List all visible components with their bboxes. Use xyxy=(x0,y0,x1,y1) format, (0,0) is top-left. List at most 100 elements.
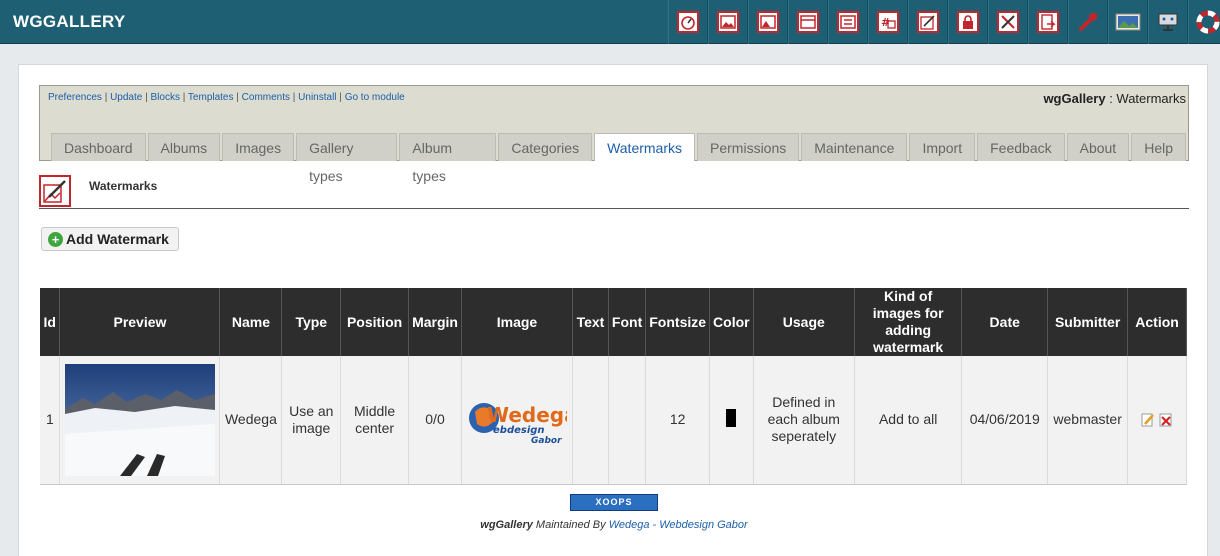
cell-id: 1 xyxy=(40,356,61,485)
tab-about[interactable]: About xyxy=(1066,133,1130,161)
section-title: Watermarks xyxy=(89,179,158,193)
feedback-icon[interactable] xyxy=(1068,0,1108,44)
tab-images[interactable]: Images xyxy=(222,133,295,161)
tab-album-types[interactable]: Album types xyxy=(399,133,497,184)
link-comments[interactable]: Comments xyxy=(242,92,290,103)
watermarks-icon xyxy=(39,175,71,207)
cell-font xyxy=(608,356,647,485)
tab-maintenance[interactable]: Maintenance xyxy=(801,133,908,161)
header-color: Color xyxy=(709,288,754,356)
table-header-row: Id Preview Name Type Position Margin Ima… xyxy=(40,288,1187,356)
cell-type: Use an image xyxy=(281,356,342,485)
dashboard-icon[interactable] xyxy=(668,0,708,44)
cell-kind: Add to all xyxy=(854,356,963,485)
add-icon: + xyxy=(48,231,63,247)
app-title: WGGALLERY xyxy=(13,12,126,31)
module-links: Preferences | Update | Blocks | Template… xyxy=(48,92,405,103)
svg-text:#: # xyxy=(881,16,890,29)
header-preview: Preview xyxy=(59,288,221,356)
tab-dashboard[interactable]: Dashboard xyxy=(51,133,146,161)
tab-albums[interactable]: Albums xyxy=(147,133,221,161)
header-usage: Usage xyxy=(753,288,855,356)
cell-action xyxy=(1127,356,1187,485)
header-fontsize: Fontsize xyxy=(645,288,711,356)
footer-maintained: Maintained By xyxy=(532,519,609,531)
tab-gallery-types[interactable]: Gallery types xyxy=(296,133,398,184)
link-update[interactable]: Update xyxy=(110,92,142,103)
tab-categories[interactable]: Categories xyxy=(498,133,593,161)
cell-name: Wedega xyxy=(219,356,283,485)
cell-color xyxy=(709,356,754,485)
import-icon[interactable] xyxy=(1028,0,1068,44)
tab-help[interactable]: Help xyxy=(1131,133,1186,161)
header-date: Date xyxy=(961,288,1049,356)
header-image: Image xyxy=(461,288,573,356)
watermarks-icon[interactable] xyxy=(908,0,948,44)
module-header: Preferences | Update | Blocks | Template… xyxy=(39,85,1189,184)
link-uninstall[interactable]: Uninstall xyxy=(298,92,336,103)
header-type: Type xyxy=(281,288,342,356)
cell-text xyxy=(572,356,609,485)
help-icon[interactable] xyxy=(1188,0,1220,44)
cell-date: 04/06/2019 xyxy=(961,356,1049,485)
cell-position: Middle center xyxy=(340,356,410,485)
maintenance-icon[interactable] xyxy=(988,0,1028,44)
module-name: wgGallery xyxy=(1043,91,1106,106)
top-bar: WGGALLERY # xyxy=(0,0,1220,44)
system-icon[interactable] xyxy=(1148,0,1188,44)
page-name: : Watermarks xyxy=(1105,91,1186,106)
header-position: Position xyxy=(340,288,410,356)
header-name: Name xyxy=(219,288,283,356)
cell-image: Wedega ebdesign Gabor xyxy=(461,356,573,485)
cell-submitter: webmaster xyxy=(1047,356,1129,485)
color-swatch xyxy=(726,408,737,427)
images-icon[interactable] xyxy=(748,0,788,44)
categories-icon[interactable]: # xyxy=(868,0,908,44)
album-types-icon[interactable] xyxy=(828,0,868,44)
delete-icon[interactable] xyxy=(1159,413,1173,427)
albums-icon[interactable] xyxy=(708,0,748,44)
header-kind: Kind of images for adding watermark xyxy=(854,288,963,356)
preview-image[interactable] xyxy=(64,363,215,476)
footer-link[interactable]: Wedega - Webdesign Gabor xyxy=(609,519,748,531)
edit-icon[interactable] xyxy=(1141,413,1155,427)
table-row: 1 Wedega Use an image Middle center 0/0 … xyxy=(40,356,1187,485)
cell-usage: Defined in each album seperately xyxy=(753,356,855,485)
tab-import[interactable]: Import xyxy=(909,133,976,161)
add-watermark-button[interactable]: + Add Watermark xyxy=(41,227,179,251)
header-submitter: Submitter xyxy=(1047,288,1129,356)
toolbar-icons: # xyxy=(668,0,1220,44)
link-preferences[interactable]: Preferences xyxy=(48,92,102,103)
gallery-types-icon[interactable] xyxy=(788,0,828,44)
header-margin: Margin xyxy=(408,288,462,356)
tab-permissions[interactable]: Permissions xyxy=(697,133,800,161)
tab-feedback[interactable]: Feedback xyxy=(977,133,1065,161)
watermark-logo-sub: ebdesign xyxy=(493,425,545,436)
header-font: Font xyxy=(608,288,647,356)
link-templates[interactable]: Templates xyxy=(188,92,234,103)
header-id: Id xyxy=(40,288,61,356)
xoops-badge[interactable]: XOOPS xyxy=(570,494,658,511)
watermarks-table: Id Preview Name Type Position Margin Ima… xyxy=(40,288,1187,485)
section-header: Watermarks xyxy=(39,173,1189,209)
header-action: Action xyxy=(1127,288,1187,356)
cell-fontsize: 12 xyxy=(645,356,711,485)
add-watermark-label: Add Watermark xyxy=(66,231,169,247)
tab-bar: Dashboard Albums Images Gallery types Al… xyxy=(51,133,1188,184)
cell-margin: 0/0 xyxy=(408,356,462,485)
page-title: wgGallery : Watermarks xyxy=(1043,91,1186,106)
watermark-logo-image: Wedega ebdesign Gabor xyxy=(468,402,567,446)
tab-watermarks[interactable]: Watermarks xyxy=(594,133,696,161)
footer-credit: wgGallery Maintained By Wedega - Webdesi… xyxy=(19,519,1209,531)
row-actions xyxy=(1132,413,1182,427)
main-panel: Preferences | Update | Blocks | Template… xyxy=(18,64,1208,556)
link-go-to-module[interactable]: Go to module xyxy=(345,92,405,103)
watermark-logo-sub2: Gabor xyxy=(531,436,562,446)
cell-preview xyxy=(59,356,221,485)
watermark-logo-main: Wedega xyxy=(487,403,567,427)
permissions-icon[interactable] xyxy=(948,0,988,44)
header-text: Text xyxy=(572,288,609,356)
footer-module: wgGallery xyxy=(480,519,533,531)
about-icon[interactable] xyxy=(1108,0,1148,44)
link-blocks[interactable]: Blocks xyxy=(150,92,179,103)
